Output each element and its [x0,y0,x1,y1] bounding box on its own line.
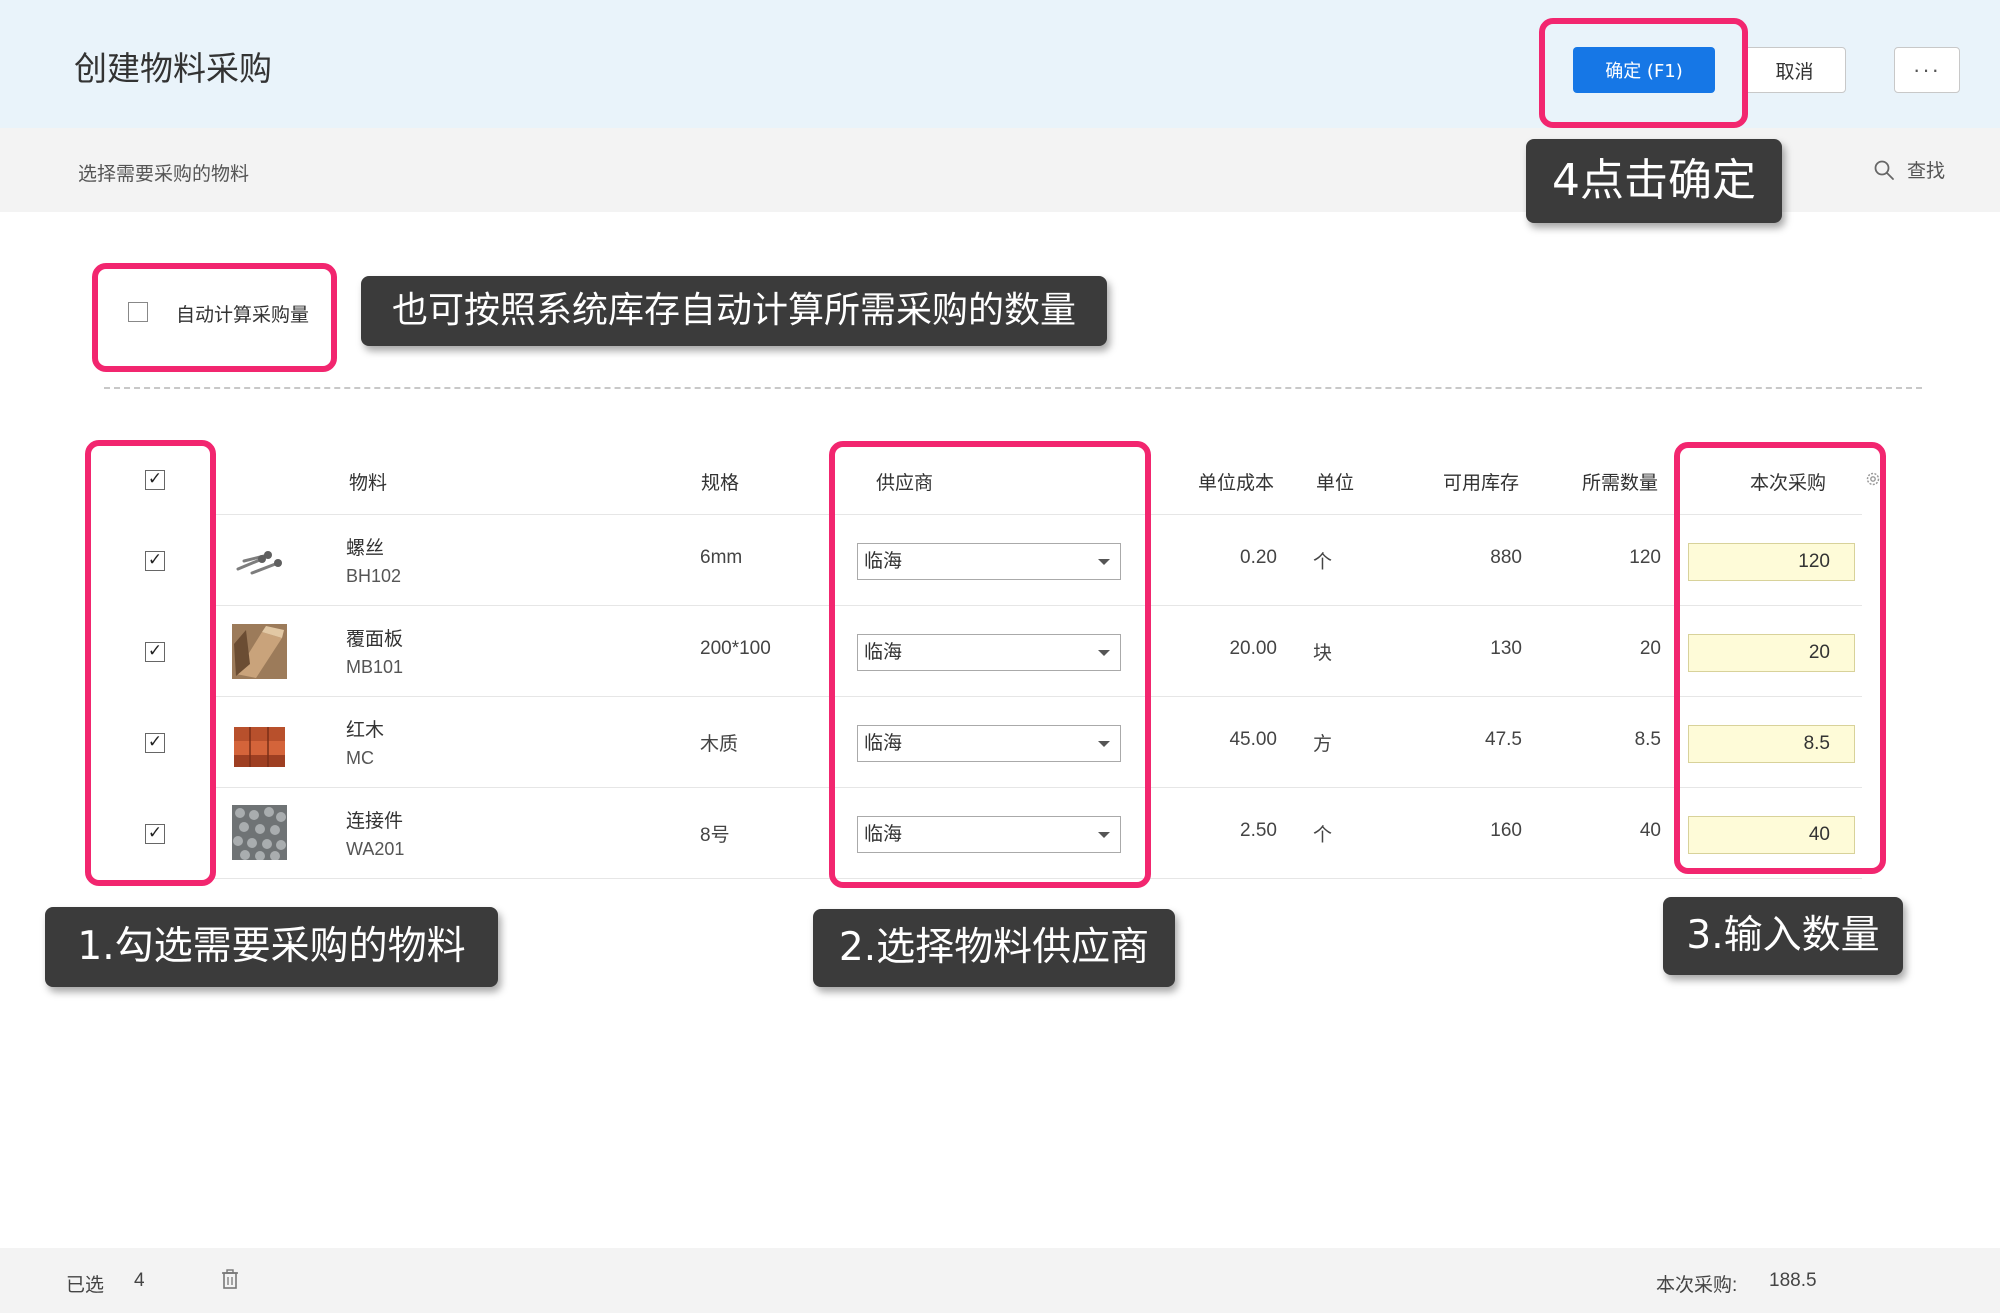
step4-callout: 4点击确定 [1526,139,1782,223]
divider [104,387,1922,389]
column-header-required-qty: 所需数量 [1582,473,1659,494]
section-title: 选择需要采购的物料 [78,164,250,185]
trash-icon[interactable] [221,1269,239,1289]
connector-thumbnail [232,805,287,860]
total-purchase-value: 188.5 [1769,1270,1817,1291]
material-code: WA201 [346,839,405,859]
footer-bar: 已选 4 本次采购: 188.5 [0,1248,2000,1313]
unit-value: 个 [1313,552,1333,573]
highlight-auto-calc [92,263,337,372]
total-purchase-label: 本次采购: [1656,1275,1738,1296]
highlight-checkbox-column [85,440,216,886]
column-header-unit-cost: 单位成本 [1198,473,1275,494]
screw-thumbnail [232,535,287,590]
material-code: MB101 [346,657,404,677]
material-name: 覆面板 [346,629,404,650]
unit-cost-value: 20.00 [1229,638,1277,659]
material-code: BH102 [346,566,402,586]
panel-thumbnail [232,624,287,679]
required-qty-value: 120 [1629,547,1661,568]
stock-value: 47.5 [1485,729,1522,750]
spec-value: 8号 [700,825,730,846]
spec-value: 木质 [700,734,739,755]
unit-value: 个 [1313,825,1333,846]
selected-label: 已选 [66,1275,105,1296]
selected-count: 4 [134,1270,145,1291]
step3-callout: 3.输入数量 [1663,897,1903,975]
unit-cost-value: 2.50 [1240,820,1277,841]
column-header-spec: 规格 [701,473,740,494]
search-icon [1874,160,1894,180]
column-header-available-stock: 可用库存 [1443,473,1520,494]
material-code: MC [346,748,374,768]
highlight-confirm [1539,18,1748,128]
search-label: 查找 [1907,161,1946,182]
column-header-unit: 单位 [1316,473,1355,494]
required-qty-value: 40 [1639,820,1661,841]
material-name: 红木 [346,720,385,741]
column-header-material: 物料 [349,473,388,494]
material-name: 螺丝 [346,538,385,559]
step1-callout: 1.勾选需要采购的物料 [45,907,498,987]
search-button[interactable]: 查找 [1873,156,1945,183]
required-qty-value: 20 [1639,638,1661,659]
highlight-supplier-column [829,441,1151,888]
unit-value: 块 [1313,643,1333,664]
auto-calc-hint-callout: 也可按照系统库存自动计算所需采购的数量 [361,276,1107,346]
unit-cost-value: 0.20 [1240,547,1277,568]
spec-value: 200*100 [700,638,771,659]
more-options-button[interactable]: ··· [1894,47,1960,93]
stock-value: 160 [1490,820,1522,841]
wood-thumbnail [232,715,287,770]
material-name: 连接件 [346,811,404,832]
unit-cost-value: 45.00 [1229,729,1277,750]
required-qty-value: 8.5 [1634,729,1661,750]
stock-value: 130 [1490,638,1522,659]
page-title: 创建物料采购 [74,50,272,87]
stock-value: 880 [1490,547,1522,568]
step2-callout: 2.选择物料供应商 [813,909,1175,987]
cancel-button[interactable]: 取消 [1743,47,1846,93]
highlight-qty-column [1674,442,1886,874]
spec-value: 6mm [700,547,743,568]
unit-value: 方 [1313,734,1333,755]
